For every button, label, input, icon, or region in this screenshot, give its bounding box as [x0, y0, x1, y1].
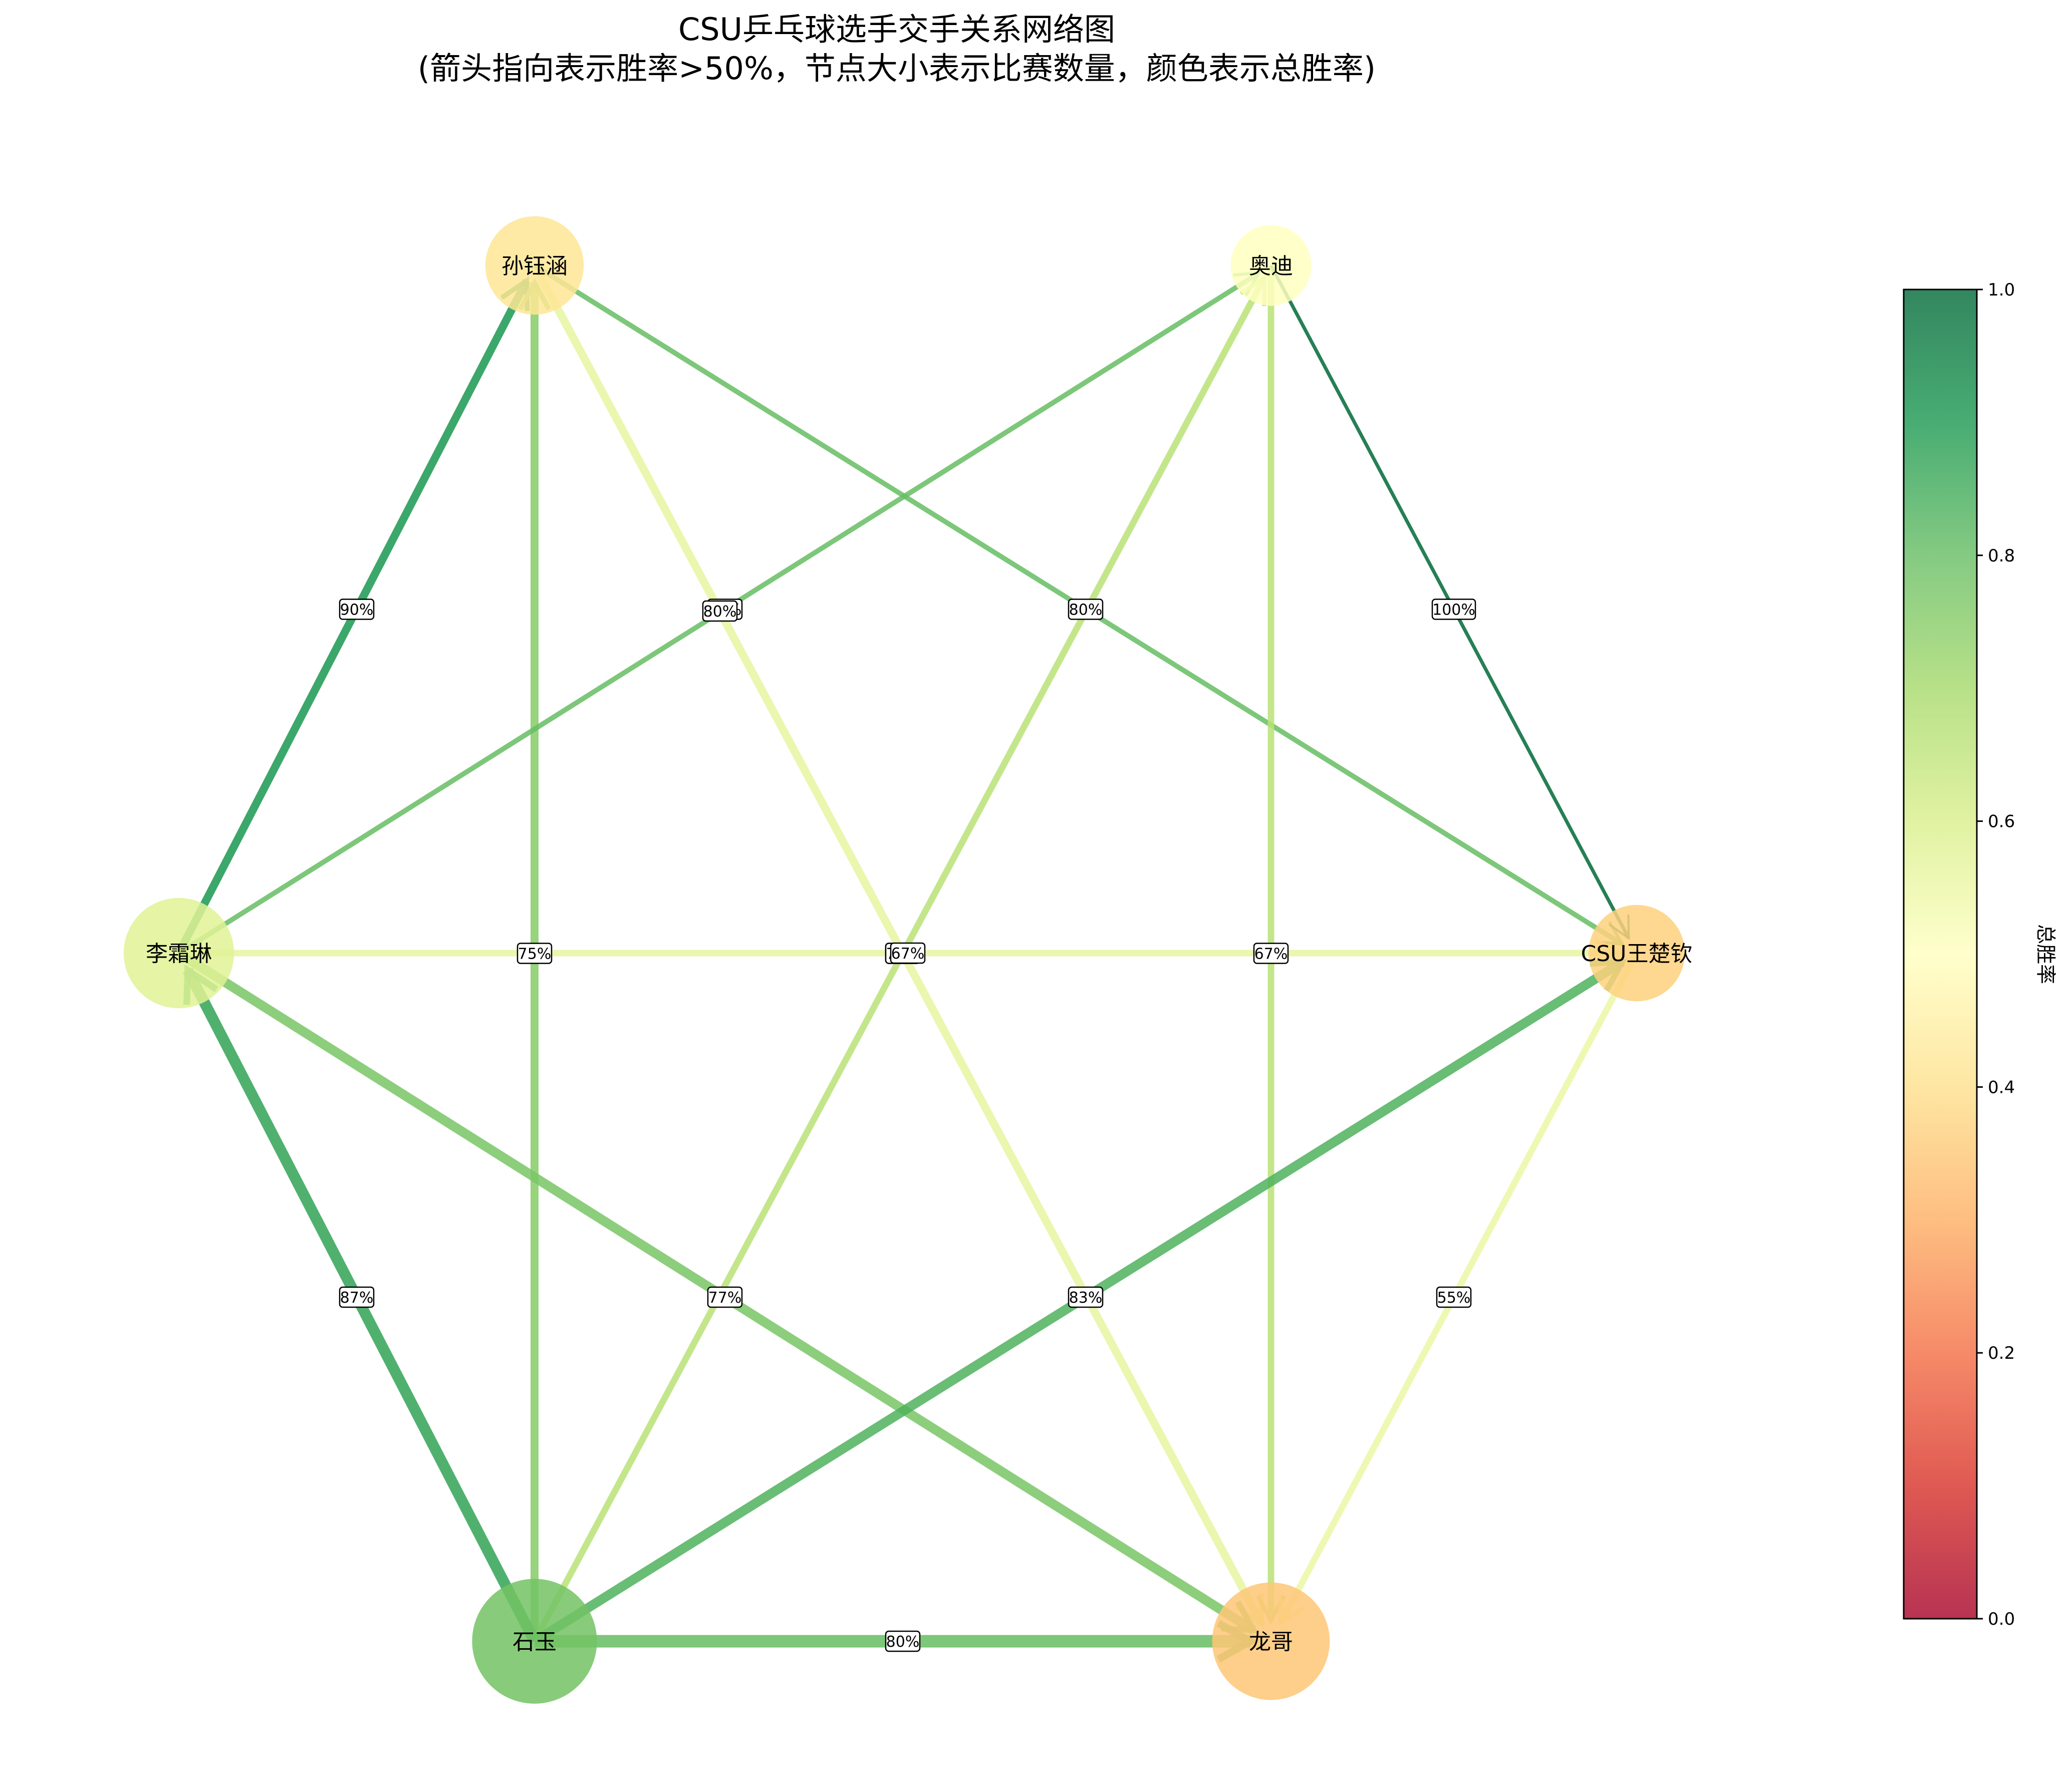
edge-label-li-long: 77%: [707, 1286, 743, 1308]
colorbar-tick-label: 1.0: [1988, 280, 2015, 300]
node-label: 龙哥: [1249, 1629, 1293, 1655]
edge-label-shi-wang: 83%: [1068, 1286, 1104, 1308]
colorbar-label: 总胜率: [2034, 924, 2057, 984]
edge-label-shi-li: 87%: [339, 1286, 375, 1308]
node-label: 石玉: [512, 1629, 557, 1655]
node-wang: CSU王楚钦: [1581, 905, 1693, 1002]
edge-label-shi-sun: 75%: [517, 943, 553, 964]
edge-label-text: 80%: [703, 603, 737, 621]
node-label: CSU王楚钦: [1581, 941, 1693, 967]
edge-label-text: 67%: [891, 945, 925, 963]
edge-label-extra: 80%: [702, 600, 738, 622]
node-label: 孙钰涵: [501, 253, 568, 279]
node-audi: 奥迪: [1230, 225, 1312, 306]
node-label: 奥迪: [1249, 253, 1293, 279]
colorbar-scale: [1903, 288, 1978, 1620]
edge-label-text: 80%: [1069, 602, 1103, 619]
colorbar-tick-label: 0.0: [1988, 1609, 2015, 1629]
edge-label-text: 55%: [1437, 1289, 1471, 1307]
colorbar-tick-label: 0.2: [1988, 1343, 2015, 1363]
colorbar-tick-label: 0.6: [1988, 812, 2015, 832]
edge-label-text: 80%: [886, 1633, 920, 1651]
edge-label-li-wang: 67%: [890, 942, 926, 964]
colorbar-ticks: 0.0 0.2 0.4 0.6 0.8 1.0: [1977, 280, 2015, 1629]
node-label: 李霜琳: [146, 941, 212, 967]
node-long: 龙哥: [1212, 1582, 1330, 1700]
edge-labels-layer: 90%75%83%80%80%77%67%100%67%87%77%83%55%…: [339, 599, 1476, 1652]
colorbar-tick-label: 0.4: [1988, 1077, 2015, 1097]
edge-label-text: 100%: [1432, 602, 1475, 619]
edge-label-shi-long: 80%: [885, 1630, 921, 1652]
node-shi: 石玉: [472, 1579, 597, 1704]
edge-label-text: 77%: [708, 1289, 742, 1307]
edge-label-text: 87%: [340, 1289, 374, 1307]
edge-label-text: 83%: [1069, 1289, 1103, 1307]
edge-label-sun-wang: 80%: [1068, 599, 1104, 620]
edge-label-text: 90%: [340, 602, 374, 619]
edge-label-wang-long: 55%: [1436, 1286, 1472, 1308]
edge-label-audi-long: 67%: [1253, 943, 1289, 964]
edge-label-li-sun: 90%: [339, 599, 375, 620]
edge-label-text: 67%: [1254, 946, 1288, 963]
colorbar-tick-label: 0.8: [1988, 546, 2015, 566]
network-graph: 孙钰涵 奥迪李霜琳 CSU王楚钦石玉 龙哥 90% 75% 83% 80% 80% 77% 67%…: [123, 216, 2057, 1704]
node-li: 李霜琳: [123, 898, 234, 1009]
node-sun: 孙钰涵: [485, 216, 584, 315]
colorbar: 0.0 0.2 0.4 0.6 0.8 1.0 总胜率: [1903, 280, 2057, 1629]
edge-label-audi-wang: 100%: [1431, 599, 1476, 620]
edge-label-text: 75%: [518, 946, 552, 963]
